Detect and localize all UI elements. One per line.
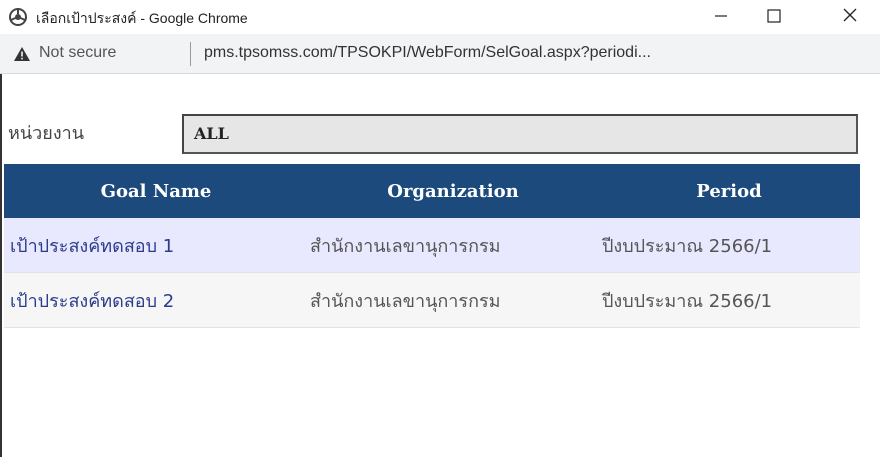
column-header-period[interactable]: Period xyxy=(598,181,860,202)
address-bar[interactable]: Not secure pms.tpsomss.com/TPSOKPI/WebFo… xyxy=(0,34,880,74)
goal-grid: Goal Name Organization Period เป้าประสงค… xyxy=(4,164,860,328)
chrome-info-icon xyxy=(8,7,28,27)
period-cell: ปีงบประมาณ 2566/1 xyxy=(602,235,773,257)
url-text[interactable]: pms.tpsomss.com/TPSOKPI/WebForm/SelGoal.… xyxy=(204,44,651,62)
maximize-button[interactable] xyxy=(744,0,804,34)
unit-select[interactable]: ALL xyxy=(182,114,858,154)
period-cell: ปีงบประมาณ 2566/1 xyxy=(602,290,773,312)
maximize-icon xyxy=(767,8,781,27)
goal-name-link[interactable]: เป้าประสงค์ทดสอบ 2 xyxy=(4,286,304,315)
table-row[interactable]: เป้าประสงค์ทดสอบ 1 สำนักงานเลขานุการกรม … xyxy=(4,218,860,273)
column-header-goal-name[interactable]: Goal Name xyxy=(4,181,308,202)
security-status[interactable]: Not secure xyxy=(39,44,116,62)
minimize-icon xyxy=(714,8,728,27)
table-row[interactable]: เป้าประสงค์ทดสอบ 2 สำนักงานเลขานุการกรม … xyxy=(4,273,860,328)
organization-cell: สำนักงานเลขานุการกรม xyxy=(310,235,501,257)
page-content: หน่วยงาน ALL Goal Name Organization Peri… xyxy=(0,74,880,457)
column-header-organization[interactable]: Organization xyxy=(308,181,598,202)
address-divider xyxy=(190,42,191,66)
window-titlebar: เลือกเป้าประสงค์ - Google Chrome xyxy=(0,0,880,34)
unit-label: หน่วยงาน xyxy=(8,123,85,144)
close-icon xyxy=(842,7,858,27)
window-title: เลือกเป้าประสงค์ - Google Chrome xyxy=(36,10,248,26)
close-button[interactable] xyxy=(820,0,880,34)
warning-icon xyxy=(13,46,31,62)
minimize-button[interactable] xyxy=(691,0,751,34)
goal-name-link[interactable]: เป้าประสงค์ทดสอบ 1 xyxy=(4,231,304,260)
organization-cell: สำนักงานเลขานุการกรม xyxy=(310,290,501,312)
grid-header: Goal Name Organization Period xyxy=(4,164,860,218)
